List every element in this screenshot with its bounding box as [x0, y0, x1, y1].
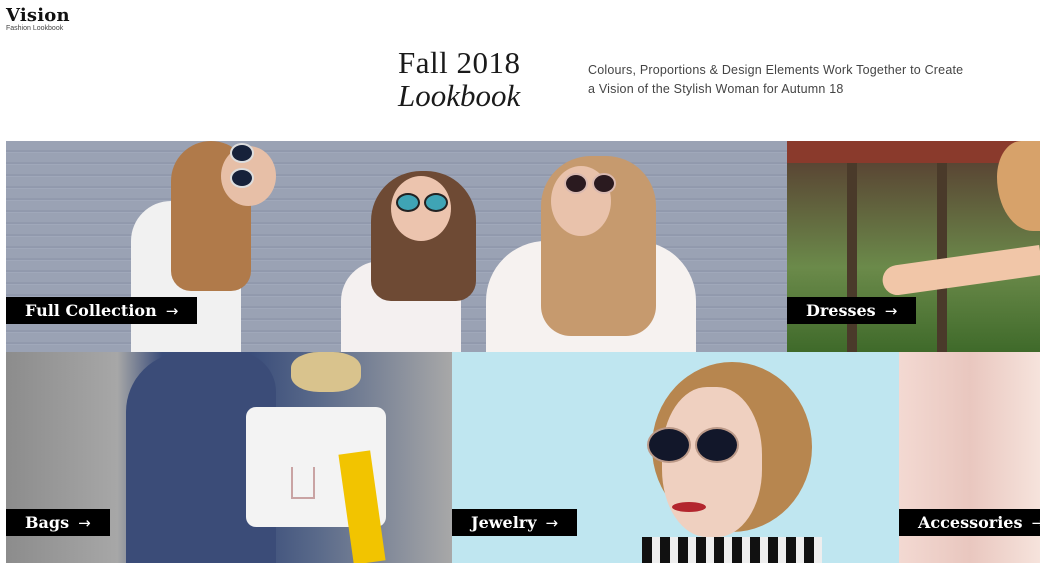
arrow-right-icon: → [78, 514, 91, 532]
arrow-right-icon: → [1031, 514, 1040, 532]
jewelry-label: Jewelry [471, 513, 537, 532]
tile-dresses[interactable]: Dresses → [787, 141, 1040, 352]
tile-full-collection[interactable]: Full Collection → [6, 141, 787, 352]
hero-title: Fall 2018 Lookbook [398, 46, 520, 112]
bags-link[interactable]: Bags → [6, 509, 110, 536]
hero-title-line1: Fall 2018 [398, 45, 521, 80]
tile-bags[interactable]: Bags → [6, 352, 452, 563]
arrow-right-icon: → [165, 302, 179, 320]
arrow-right-icon: → [884, 302, 898, 320]
accessories-label: Accessories [918, 513, 1023, 532]
jewelry-link[interactable]: Jewelry → [452, 509, 578, 536]
hero-description: Colours, Proportions & Design Elements W… [588, 63, 964, 96]
arrow-right-icon: → [545, 514, 559, 532]
logo-title: Vision [6, 5, 70, 26]
full-collection-link[interactable]: Full Collection → [6, 297, 198, 324]
dresses-link[interactable]: Dresses → [787, 297, 917, 324]
logo-subtitle: Fashion Lookbook [6, 25, 64, 32]
site-logo[interactable]: Vision Fashion Lookbook [6, 5, 70, 33]
dresses-label: Dresses [806, 301, 876, 320]
bags-label: Bags [25, 513, 70, 532]
tile-jewelry[interactable]: Jewelry → [452, 352, 899, 563]
full-collection-label: Full Collection [25, 301, 157, 320]
accessories-link[interactable]: Accessories → [899, 509, 1040, 536]
tile-accessories[interactable]: Accessories → [899, 352, 1040, 563]
hero-title-line2: Lookbook [398, 78, 521, 113]
